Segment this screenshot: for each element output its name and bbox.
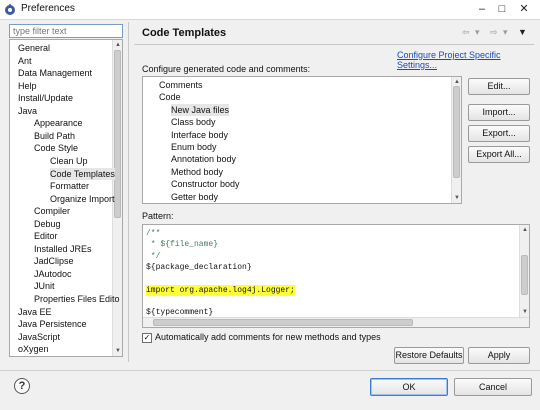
minimize-button[interactable]: –: [474, 2, 490, 17]
scroll-up-icon[interactable]: ▲: [521, 226, 529, 234]
templates-tree[interactable]: ▲ ▼ Comments Code New Java files Class body…: [142, 76, 462, 204]
tree-item[interactable]: Properties Files Edito: [34, 293, 120, 305]
pattern-vertical-scrollbar[interactable]: ▲ ▼: [519, 225, 529, 317]
scroll-thumb[interactable]: [153, 319, 413, 326]
forward-dropdown-icon[interactable]: ▾: [503, 27, 508, 38]
scroll-thumb[interactable]: [453, 86, 460, 178]
pattern-horizontal-scrollbar[interactable]: [143, 317, 529, 327]
help-icon[interactable]: ?: [14, 378, 30, 394]
template-item[interactable]: Code: [159, 91, 181, 103]
template-item[interactable]: Constructor body: [171, 178, 240, 190]
forward-arrow-icon[interactable]: ⇨: [490, 27, 498, 38]
scroll-down-icon[interactable]: ▼: [521, 308, 529, 316]
back-dropdown-icon[interactable]: ▾: [475, 27, 480, 38]
scroll-thumb[interactable]: [114, 50, 121, 218]
auto-comment-checkbox[interactable]: ✓: [142, 333, 152, 343]
scroll-down-icon[interactable]: ▼: [453, 194, 461, 202]
window-titlebar: Preferences – □ ✕: [0, 0, 540, 20]
tree-item[interactable]: Ant: [18, 55, 32, 67]
tree-item[interactable]: Formatter: [50, 180, 89, 192]
tree-item[interactable]: Installed JREs: [34, 243, 92, 255]
page-title: Code Templates: [142, 27, 227, 39]
tree-item[interactable]: Compiler: [34, 205, 70, 217]
window-title: Preferences: [21, 3, 75, 14]
templates-vertical-scrollbar[interactable]: ▲ ▼: [451, 77, 461, 203]
tree-item[interactable]: JavaScript: [18, 331, 60, 343]
scroll-down-icon[interactable]: ▼: [114, 347, 122, 355]
close-button[interactable]: ✕: [516, 2, 532, 17]
pattern-label: Pattern:: [142, 211, 174, 221]
tree-item[interactable]: Java EE: [18, 306, 52, 318]
edit-button[interactable]: Edit...: [468, 78, 530, 95]
restore-defaults-button[interactable]: Restore Defaults: [394, 347, 464, 364]
export-all-button[interactable]: Export All...: [468, 146, 530, 163]
export-button[interactable]: Export...: [468, 125, 530, 142]
auto-comment-label: Automatically add comments for new metho…: [155, 332, 381, 342]
tree-item[interactable]: Java: [18, 105, 37, 117]
tree-item[interactable]: Install/Update: [18, 92, 73, 104]
pattern-editor[interactable]: ▲ ▼ /** * ${file_name} */${package_decla…: [142, 224, 530, 328]
template-item[interactable]: Class body: [171, 116, 216, 128]
ok-button[interactable]: OK: [370, 378, 448, 396]
tree-item[interactable]: Build Path: [34, 130, 75, 142]
preferences-app-icon: [5, 4, 15, 15]
tree-item[interactable]: oXygen: [18, 343, 49, 355]
template-item[interactable]: Interface body: [171, 129, 228, 141]
tree-item[interactable]: Code Templates: [50, 167, 115, 180]
template-item[interactable]: Annotation body: [171, 153, 236, 165]
filter-input[interactable]: [9, 24, 123, 38]
tree-item[interactable]: Editor: [34, 230, 58, 242]
code-line: * ${file_name}: [146, 240, 219, 250]
tree-item[interactable]: JadClipse: [34, 255, 74, 267]
history-navigation: ⇦ ▾ ⇨ ▾ ▼: [462, 27, 530, 39]
template-item[interactable]: New Java files: [171, 103, 230, 116]
template-item[interactable]: Comments: [159, 79, 203, 91]
import-button[interactable]: Import...: [468, 104, 530, 121]
scroll-up-icon[interactable]: ▲: [114, 41, 122, 49]
tree-item[interactable]: Code Style: [34, 142, 78, 154]
tree-item[interactable]: JUnit: [34, 280, 55, 292]
template-item[interactable]: Getter body: [171, 191, 218, 203]
code-line: ${package_declaration}: [146, 262, 252, 272]
configure-project-settings-link[interactable]: Configure Project Specific Settings...: [397, 50, 540, 70]
pane-splitter[interactable]: [128, 22, 129, 362]
maximize-button[interactable]: □: [494, 2, 510, 17]
scroll-thumb[interactable]: [521, 255, 528, 295]
template-item[interactable]: Enum body: [171, 141, 217, 153]
scroll-up-icon[interactable]: ▲: [453, 78, 461, 86]
tree-item[interactable]: Appearance: [34, 117, 83, 129]
code-line: */: [146, 251, 161, 261]
template-item[interactable]: Method body: [171, 166, 223, 178]
apply-button[interactable]: Apply: [468, 347, 530, 364]
cancel-button[interactable]: Cancel: [454, 378, 532, 396]
tree-item[interactable]: General: [18, 42, 50, 54]
tree-item[interactable]: Clean Up: [50, 155, 88, 167]
tree-item[interactable]: Data Management: [18, 67, 92, 79]
tree-item[interactable]: Debug: [34, 218, 61, 230]
tree-item[interactable]: Java Persistence: [18, 318, 87, 330]
tree-item[interactable]: JAutodoc: [34, 268, 72, 280]
preference-tree[interactable]: ▲ ▼ General Ant Data Management Help Install…: [9, 39, 123, 357]
tree-item[interactable]: Help: [18, 80, 37, 92]
code-line: /**: [146, 229, 161, 238]
code-line: ${typecomment}: [146, 308, 214, 318]
back-arrow-icon[interactable]: ⇦: [462, 27, 470, 38]
templates-label: Configure generated code and comments:: [142, 64, 311, 74]
view-menu-icon[interactable]: ▼: [518, 27, 527, 37]
footer-divider: [0, 370, 540, 371]
header-divider: [134, 44, 534, 45]
code-line: import org.apache.log4j.Logger;: [146, 284, 295, 296]
tree-item[interactable]: Organize Import: [50, 193, 115, 205]
